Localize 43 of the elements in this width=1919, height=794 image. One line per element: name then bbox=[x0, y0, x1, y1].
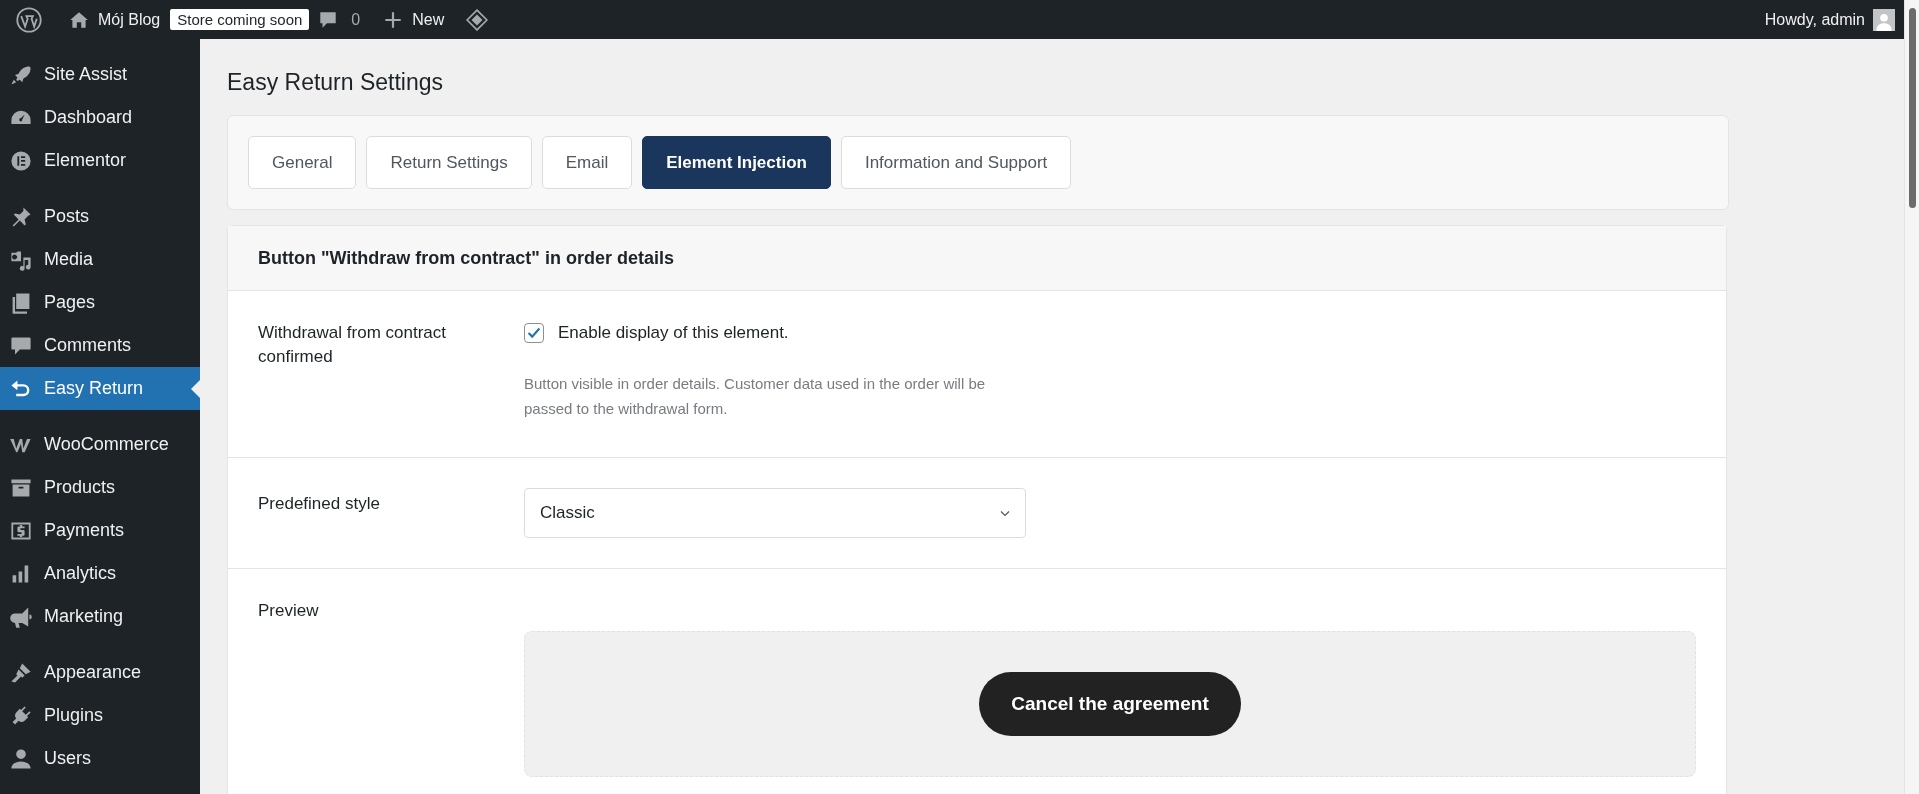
wordpress-logo-icon[interactable] bbox=[16, 6, 42, 33]
sidebar-menu-item[interactable]: Comments bbox=[0, 324, 200, 367]
settings-tab[interactable]: Information and Support bbox=[840, 136, 1072, 189]
settings-tab[interactable]: General bbox=[248, 136, 357, 189]
diamond-icon[interactable] bbox=[466, 8, 489, 31]
sidebar-menu-item[interactable]: Appearance bbox=[0, 651, 200, 694]
cancel-agreement-button[interactable]: Cancel the agreement bbox=[979, 672, 1241, 736]
sidebar-menu-item[interactable]: Media bbox=[0, 238, 200, 281]
settings-tab[interactable]: Email bbox=[541, 136, 633, 189]
site-name-link[interactable]: Mój Blog bbox=[98, 10, 161, 29]
sidebar-menu-item[interactable]: Marketing bbox=[0, 595, 200, 638]
sidebar-menu-item[interactable]: Dashboard bbox=[0, 96, 200, 139]
section-title: Button "Withdraw from contract" in order details bbox=[228, 226, 1726, 291]
setting-label: Preview bbox=[258, 600, 320, 622]
sidebar-menu-item[interactable]: Payments bbox=[0, 509, 200, 552]
sidebar-menu-item[interactable]: Pages bbox=[0, 281, 200, 324]
settings-tab[interactable]: Return Settings bbox=[366, 136, 532, 189]
sidebar-menu-item[interactable]: Plugins bbox=[0, 694, 200, 737]
sidebar-menu-item[interactable]: Posts bbox=[0, 195, 200, 238]
scrollbar[interactable] bbox=[1904, 0, 1919, 794]
store-status-badge[interactable]: Store coming soon bbox=[170, 9, 310, 30]
comment-count: 0 bbox=[351, 10, 361, 29]
page-title: Easy Return Settings bbox=[227, 68, 445, 97]
setting-label: Predefined style bbox=[258, 493, 381, 515]
sidebar-menu-item[interactable]: Users bbox=[0, 737, 200, 780]
user-icon bbox=[9, 746, 33, 771]
avatar-icon[interactable] bbox=[1873, 8, 1895, 31]
setting-label: Withdrawal from contract confirmed bbox=[258, 322, 447, 368]
sidebar-menu-item[interactable]: Easy Return bbox=[0, 367, 200, 410]
sidebar-menu-item[interactable]: WooCommerce bbox=[0, 423, 200, 466]
sidebar-menu-item[interactable]: Analytics bbox=[0, 552, 200, 595]
checkbox-label: Enable display of this element. bbox=[558, 323, 789, 343]
account-greeting-link[interactable]: Howdy, admin bbox=[1764, 10, 1865, 29]
circle-logo-icon bbox=[9, 148, 33, 173]
sidebar-menu-item[interactable]: Site Assist bbox=[0, 53, 200, 96]
new-link[interactable]: New bbox=[412, 10, 445, 29]
setting-description: Button visible in order details. Customer data used in the order will be passed to the withdrawal form. bbox=[524, 374, 987, 419]
sidebar-menu-item[interactable]: Elementor bbox=[0, 139, 200, 182]
chevron-down-icon bbox=[1000, 509, 1010, 517]
sidebar-menu-item[interactable]: Products bbox=[0, 466, 200, 509]
style-select[interactable]: Classic bbox=[524, 488, 1026, 538]
settings-tab[interactable]: Element Injection bbox=[642, 136, 831, 189]
enable-checkbox[interactable] bbox=[524, 323, 544, 343]
